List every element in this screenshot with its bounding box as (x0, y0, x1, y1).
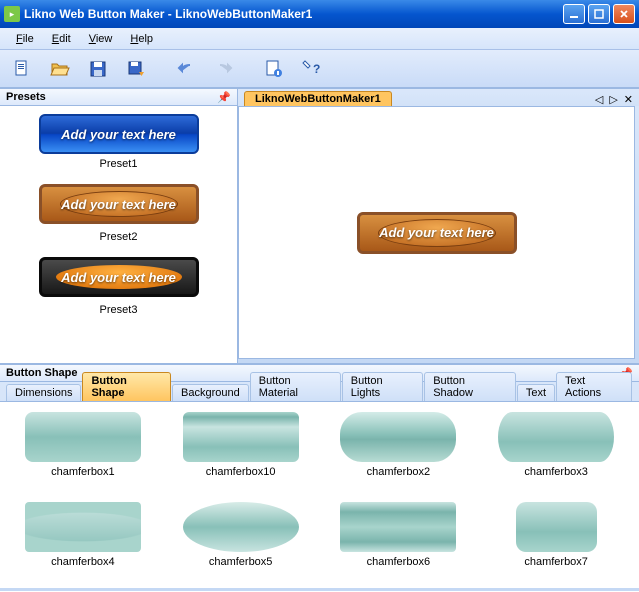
shape-item[interactable]: chamferbox1 (14, 412, 152, 488)
canvas-button-preview[interactable]: Add your text here (357, 212, 517, 254)
tab-text-actions[interactable]: Text Actions (556, 372, 632, 401)
shapes-grid[interactable]: chamferbox1 chamferbox10 chamferbox2 cha… (0, 402, 639, 588)
shape-label: chamferbox5 (172, 556, 310, 568)
shape-thumb-icon (25, 412, 141, 462)
saveas-button[interactable] (120, 54, 152, 84)
shape-thumb-icon (498, 412, 614, 462)
tab-button-shadow[interactable]: Button Shadow (424, 372, 516, 401)
menu-edit[interactable]: Edit (44, 31, 79, 47)
canvas-area: LiknoWebButtonMaker1 ◁ ▷ ✕ Add your text… (238, 88, 639, 363)
document-tabs: LiknoWebButtonMaker1 ◁ ▷ ✕ (238, 88, 639, 106)
presets-header: Presets 📌 (0, 88, 237, 106)
tab-close-icon[interactable]: ✕ (624, 93, 633, 106)
document-tab[interactable]: LiknoWebButtonMaker1 (244, 91, 392, 106)
new-button[interactable] (6, 54, 38, 84)
preset-item[interactable]: Add your text here Preset2 (8, 184, 229, 243)
shape-tabs: Dimensions Button Shape Background Butto… (0, 382, 639, 402)
shape-label: chamferbox3 (487, 466, 625, 478)
menu-help[interactable]: Help (122, 31, 161, 47)
close-button[interactable] (613, 4, 635, 24)
shape-item[interactable]: chamferbox10 (172, 412, 310, 488)
tab-prev-icon[interactable]: ◁ (595, 93, 603, 106)
shape-item[interactable]: chamferbox3 (487, 412, 625, 488)
open-button[interactable] (44, 54, 76, 84)
tab-button-shape[interactable]: Button Shape (82, 372, 171, 401)
svg-text:?: ? (313, 62, 320, 76)
preset-item[interactable]: Add your text here Preset3 (8, 257, 229, 316)
shape-thumb-icon (183, 502, 299, 552)
save-button[interactable] (82, 54, 114, 84)
titlebar: ▸ Likno Web Button Maker - LiknoWebButto… (0, 0, 639, 28)
titlebar-text: Likno Web Button Maker - LiknoWebButtonM… (24, 7, 563, 21)
tab-next-icon[interactable]: ▷ (609, 93, 617, 106)
presets-list[interactable]: Add your text here Preset1 Add your text… (0, 106, 237, 363)
shape-item[interactable]: chamferbox7 (487, 502, 625, 578)
preset-thumb-blue: Add your text here (39, 114, 199, 154)
tab-background[interactable]: Background (172, 384, 249, 401)
button-shape-title: Button Shape (6, 367, 78, 379)
shape-label: chamferbox1 (14, 466, 152, 478)
context-help-button[interactable]: ? (296, 54, 328, 84)
doc-name: LiknoWebButtonMaker1 (175, 7, 312, 21)
preset-label: Preset3 (8, 304, 229, 316)
shape-thumb-icon (516, 502, 597, 552)
shape-label: chamferbox2 (330, 466, 468, 478)
workspace: Presets 📌 Add your text here Preset1 Add… (0, 88, 639, 363)
presets-panel: Presets 📌 Add your text here Preset1 Add… (0, 88, 238, 363)
tab-text[interactable]: Text (517, 384, 555, 401)
tab-dimensions[interactable]: Dimensions (6, 384, 81, 401)
canvas[interactable]: Add your text here (238, 106, 635, 359)
preset-label: Preset1 (8, 158, 229, 170)
button-shape-panel: Button Shape 📌 Dimensions Button Shape B… (0, 363, 639, 591)
shape-thumb-icon (183, 412, 299, 462)
shape-thumb-icon (340, 412, 456, 462)
shape-item[interactable]: chamferbox5 (172, 502, 310, 578)
menu-view[interactable]: View (81, 31, 121, 47)
presets-title: Presets (6, 91, 46, 103)
preset-label: Preset2 (8, 231, 229, 243)
shape-item[interactable]: chamferbox4 (14, 502, 152, 578)
pin-icon[interactable]: 📌 (217, 91, 231, 104)
shape-item[interactable]: chamferbox6 (330, 502, 468, 578)
app-name: Likno Web Button Maker (24, 7, 164, 21)
tab-button-material[interactable]: Button Material (250, 372, 341, 401)
shape-label: chamferbox10 (172, 466, 310, 478)
shape-item[interactable]: chamferbox2 (330, 412, 468, 488)
app-icon: ▸ (4, 6, 20, 22)
menubar: File Edit View Help (0, 28, 639, 50)
preset-thumb-wood: Add your text here (39, 184, 199, 224)
undo-button[interactable] (170, 54, 202, 84)
menu-file[interactable]: File (8, 31, 42, 47)
preset-thumb-dark: Add your text here (39, 257, 199, 297)
shape-thumb-icon (25, 502, 141, 552)
shape-thumb-icon (340, 502, 456, 552)
preset-item[interactable]: Add your text here Preset1 (8, 114, 229, 170)
tab-button-lights[interactable]: Button Lights (342, 372, 423, 401)
toolbar: ? (0, 50, 639, 88)
properties-button[interactable] (258, 54, 290, 84)
shape-label: chamferbox4 (14, 556, 152, 568)
minimize-button[interactable] (563, 4, 585, 24)
redo-button[interactable] (208, 54, 240, 84)
shape-label: chamferbox7 (487, 556, 625, 568)
shape-label: chamferbox6 (330, 556, 468, 568)
maximize-button[interactable] (588, 4, 610, 24)
